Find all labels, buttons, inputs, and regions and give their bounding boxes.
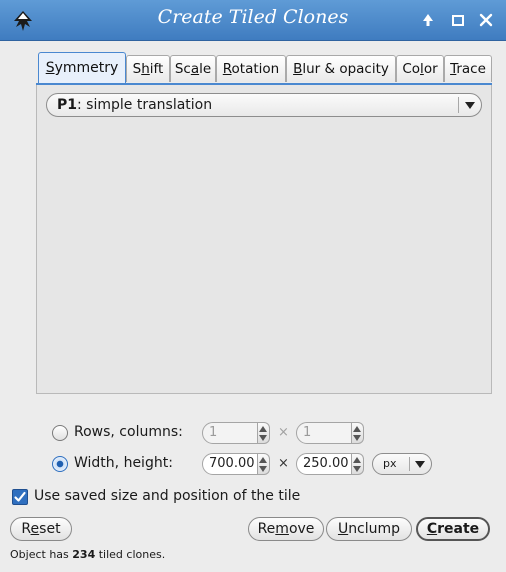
tab-rotation[interactable]: Rotation: [216, 55, 286, 82]
height-input[interactable]: 250.00: [296, 453, 352, 475]
unit-value: px: [383, 457, 397, 470]
columns-stepper[interactable]: [352, 422, 364, 444]
rows-input[interactable]: 1: [202, 422, 258, 444]
chevron-down-icon: [465, 102, 475, 109]
width-height-radio[interactable]: [52, 456, 68, 472]
times-sign: ×: [278, 425, 289, 440]
title-bar[interactable]: Create Tiled Clones: [0, 0, 506, 41]
use-saved-size-label[interactable]: Use saved size and position of the tile: [34, 488, 300, 504]
tab-color[interactable]: Color: [396, 55, 444, 82]
remove-button[interactable]: Remove: [248, 517, 324, 541]
height-stepper[interactable]: [352, 453, 364, 475]
times-sign: ×: [278, 456, 289, 471]
tab-trace[interactable]: Trace: [444, 55, 492, 82]
rows-columns-radio[interactable]: [52, 425, 68, 441]
rows-columns-label: Rows, columns:: [74, 424, 183, 440]
symmetry-type-select[interactable]: P1: simple translation: [46, 93, 482, 117]
columns-input[interactable]: 1: [296, 422, 352, 444]
tab-symmetry[interactable]: Symmetry: [38, 52, 126, 84]
create-tiled-clones-dialog: Create Tiled Clones Symmetry Shift Scale…: [0, 0, 506, 572]
width-stepper[interactable]: [258, 453, 270, 475]
tab-scale[interactable]: Scale: [170, 55, 216, 82]
use-saved-size-checkbox[interactable]: [12, 489, 28, 505]
checkmark-icon: [14, 491, 26, 502]
keep-above-icon[interactable]: [418, 10, 438, 30]
unclump-button[interactable]: Unclump: [326, 517, 412, 541]
symmetry-selected-value: P1: simple translation: [57, 97, 213, 113]
clone-count-status: Object has 234 tiled clones.: [10, 548, 166, 561]
symmetry-panel: [36, 85, 492, 394]
reset-button[interactable]: Reset: [10, 517, 72, 541]
chevron-down-icon: [415, 461, 425, 468]
combo-divider: [458, 97, 459, 113]
tab-shift[interactable]: Shift: [126, 55, 170, 82]
unit-select[interactable]: px: [372, 453, 432, 475]
close-icon[interactable]: [476, 10, 496, 30]
combo-divider: [409, 457, 410, 471]
width-input[interactable]: 700.00: [202, 453, 258, 475]
rows-stepper[interactable]: [258, 422, 270, 444]
width-height-label: Width, height:: [74, 455, 173, 471]
maximize-icon[interactable]: [448, 10, 468, 30]
create-button[interactable]: Create: [416, 517, 490, 541]
tab-blur-opacity[interactable]: Blur & opacity: [286, 55, 396, 82]
